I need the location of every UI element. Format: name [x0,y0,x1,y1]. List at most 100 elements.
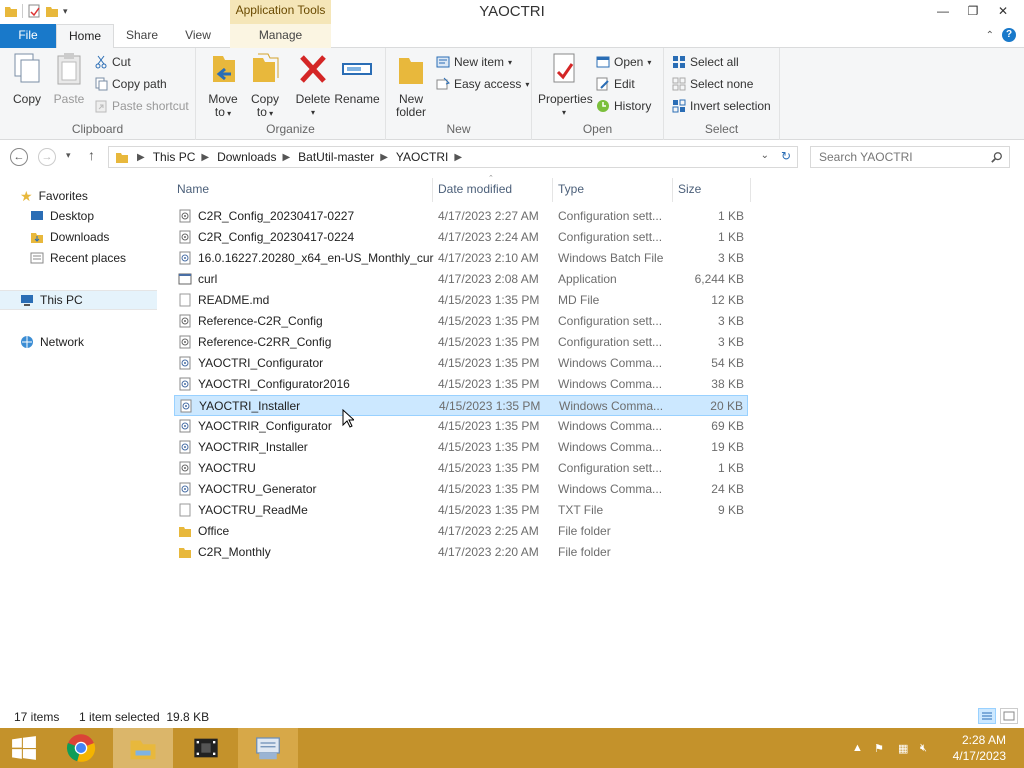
file-row[interactable]: C2R_Config_20230417-0224 4/17/2023 2:24 A… [174,227,748,248]
column-divider[interactable] [672,178,673,202]
file-row[interactable]: Reference-C2RR_Config 4/15/2023 1:35 PM Co… [174,332,748,353]
nav-network[interactable]: Network [20,332,84,352]
start-button[interactable] [0,728,48,768]
back-button[interactable]: ← [10,148,28,166]
breadcrumb-separator-icon[interactable]: ▶ [282,152,290,163]
file-name[interactable]: YAOCTRIR_Installer [198,440,434,454]
paste-button[interactable]: Paste [46,52,92,106]
edit-button[interactable]: Edit [596,74,635,94]
delete-button[interactable]: Delete ▾ [290,52,336,119]
file-row[interactable]: 16.0.16227.20280_x64_en-US_Monthly_curl 4… [174,248,748,269]
taskbar-media-app[interactable] [176,728,236,768]
file-name[interactable]: C2R_Config_20230417-0227 [198,209,434,223]
column-header-size[interactable]: Size [678,182,701,196]
file-name[interactable]: YAOCTRI_Configurator [198,356,434,370]
taskbar-keyboard-app[interactable] [238,728,298,768]
file-row[interactable]: YAOCTRU 4/15/2023 1:35 PM Configuration se… [174,458,748,479]
address-history-chevron-icon[interactable]: ⌄ [761,150,769,161]
breadcrumb-batutil-master[interactable]: BatUtil-master [298,150,374,164]
new-item-button[interactable]: New item ▾ [436,52,512,72]
select-none-button[interactable]: Select none [672,74,753,94]
tab-share[interactable]: Share [116,24,168,48]
cut-button[interactable]: Cut [94,52,131,72]
file-row[interactable]: C2R_Monthly 4/17/2023 2:20 AM File folder [174,542,748,563]
file-row[interactable]: YAOCTRU_ReadMe 4/15/2023 1:35 PM TXT File 9… [174,500,748,521]
column-divider[interactable] [552,178,553,202]
address-bar[interactable]: ▶ This PC ▶ Downloads ▶ BatUtil-master ▶… [108,146,798,168]
copy-path-button[interactable]: Copy path [94,74,167,94]
recent-locations-chevron-icon[interactable]: ▾ [66,150,71,161]
file-name[interactable]: Reference-C2RR_Config [198,335,434,349]
file-row[interactable]: README.md 4/15/2023 1:35 PM MD File 12 KB [174,290,748,311]
column-header-name[interactable]: Name [177,182,209,196]
help-icon[interactable]: ? [1002,28,1016,42]
select-all-button[interactable]: Select all [672,52,739,72]
file-row[interactable]: curl 4/17/2023 2:08 AM Application 6,244 KB [174,269,748,290]
file-name[interactable]: YAOCTRU_ReadMe [198,503,434,517]
nav-downloads[interactable]: Downloads [30,227,109,247]
file-name[interactable]: YAOCTRI_Installer [199,399,435,413]
search-box[interactable]: Search YAOCTRI [810,146,1010,168]
file-row[interactable]: YAOCTRU_Generator 4/15/2023 1:35 PM Window… [174,479,748,500]
breadcrumb-separator-icon[interactable]: ▶ [380,152,388,163]
file-name[interactable]: README.md [198,293,434,307]
column-header-type[interactable]: Type [558,182,584,196]
system-clock[interactable]: 2:28 AM 4/17/2023 [953,732,1006,764]
easy-access-button[interactable]: Easy access ▾ [436,74,529,94]
file-row[interactable]: YAOCTRI_Configurator 4/15/2023 1:35 PM Win… [174,353,748,374]
breadcrumb-separator-icon[interactable]: ▶ [454,152,462,163]
file-name[interactable]: C2R_Config_20230417-0224 [198,230,434,244]
paste-shortcut-button[interactable]: Paste shortcut [94,96,189,116]
file-name[interactable]: YAOCTRIR_Configurator [198,419,434,433]
refresh-icon[interactable]: ↻ [781,149,791,163]
file-name[interactable]: Office [198,524,434,538]
network-tray-icon[interactable]: ▦ [898,742,908,755]
action-center-flag-icon[interactable]: ⚑ [874,742,884,755]
breadcrumb-separator-icon[interactable]: ▶ [137,152,145,163]
tab-file[interactable]: File [0,24,56,48]
nav-this-pc[interactable]: This PC [0,290,157,310]
file-row[interactable]: YAOCTRI_Installer 4/15/2023 1:35 PM Window… [174,395,748,416]
minimize-button[interactable]: — [928,0,958,22]
file-name[interactable]: 16.0.16227.20280_x64_en-US_Monthly_curl [198,251,434,265]
column-divider[interactable] [432,178,433,202]
open-button[interactable]: Open ▾ [596,52,651,72]
file-name[interactable]: Reference-C2R_Config [198,314,434,328]
nav-favorites[interactable]: ★ Favorites [20,186,88,206]
forward-button[interactable]: → [38,148,56,166]
tab-manage[interactable]: Manage [230,24,331,48]
up-arrow-icon[interactable]: ↑ [88,147,95,163]
file-row[interactable]: YAOCTRIR_Installer 4/15/2023 1:35 PM Windo… [174,437,748,458]
tab-home[interactable]: Home [56,24,114,49]
breadcrumb-downloads[interactable]: Downloads [217,150,276,164]
taskbar-file-explorer[interactable] [113,728,173,768]
copy-to-button[interactable]: Copy to ▾ [242,52,288,120]
file-row[interactable]: Reference-C2R_Config 4/15/2023 1:35 PM Con… [174,311,748,332]
history-button[interactable]: History [596,96,651,116]
minimize-ribbon-chevron-icon[interactable]: ⌃ [986,30,994,41]
column-divider[interactable] [750,178,751,202]
nav-desktop[interactable]: Desktop [30,206,94,226]
move-to-button[interactable]: Move to ▾ [200,52,246,120]
rename-button[interactable]: Rename [334,52,380,106]
search-input[interactable]: Search YAOCTRI [819,150,913,164]
breadcrumb-this-pc[interactable]: This PC [153,150,196,164]
file-row[interactable]: YAOCTRIR_Configurator 4/15/2023 1:35 PM Wi… [174,416,748,437]
taskbar-chrome[interactable] [56,728,106,768]
properties-button[interactable]: Properties ▾ [538,52,593,119]
show-hidden-icons-icon[interactable]: ▲ [852,742,863,754]
file-row[interactable]: YAOCTRI_Configurator2016 4/15/2023 1:35 P… [174,374,748,395]
restore-button[interactable]: ❐ [958,0,988,22]
search-icon[interactable] [991,151,1003,163]
file-row[interactable]: C2R_Config_20230417-0227 4/17/2023 2:27 A… [174,206,748,227]
details-view-button[interactable] [978,708,996,724]
file-name[interactable]: YAOCTRI_Configurator2016 [198,377,434,391]
file-name[interactable]: C2R_Monthly [198,545,434,559]
file-name[interactable]: YAOCTRU_Generator [198,482,434,496]
new-folder-button[interactable]: New folder [388,52,434,119]
column-header-date-modified[interactable]: Date modified [438,182,512,196]
large-icons-view-button[interactable] [1000,708,1018,724]
breadcrumb-yaoctri[interactable]: YAOCTRI [396,150,448,164]
invert-selection-button[interactable]: Invert selection [672,96,771,116]
tab-view[interactable]: View [172,24,224,48]
